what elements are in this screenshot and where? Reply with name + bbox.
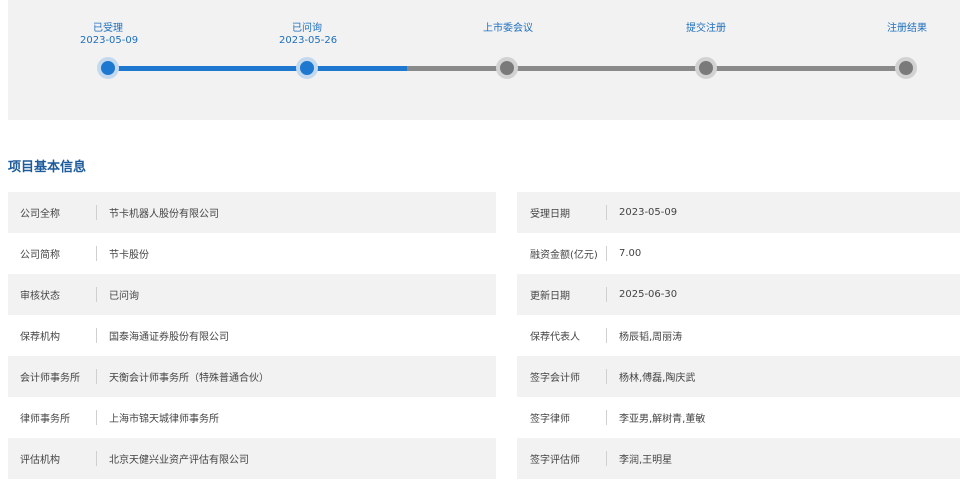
- field-label: 审核状态: [20, 291, 60, 302]
- field-value: 2023-05-09: [619, 207, 678, 218]
- step-5-node: [895, 57, 917, 79]
- field-label: 签字评估师: [530, 455, 580, 466]
- step-2-title: 已问询: [292, 23, 322, 34]
- field-label: 公司简称: [20, 250, 60, 261]
- divider: [96, 287, 97, 302]
- info-cell: 公司全称 节卡机器人股份有限公司: [8, 192, 496, 233]
- divider: [606, 328, 607, 343]
- divider: [96, 410, 97, 425]
- step-1-date: 2023-05-09: [80, 35, 139, 46]
- info-cell: 签字评估师 李润,王明星: [517, 438, 960, 479]
- info-cell: 评估机构 北京天健兴业资产评估有限公司: [8, 438, 496, 479]
- divider: [96, 205, 97, 220]
- divider: [606, 205, 607, 220]
- step-4-label: 提交注册: [680, 23, 732, 35]
- info-cell: 保荐机构 国泰海通证券股份有限公司: [8, 315, 496, 356]
- field-value: 2025-06-30: [619, 289, 678, 300]
- field-value: 杨林,傅磊,陶庆武: [619, 373, 696, 384]
- step-3-node: [496, 57, 518, 79]
- field-value: 李亚男,解树青,董敏: [619, 414, 706, 425]
- field-value: 北京天健兴业资产评估有限公司: [109, 455, 249, 466]
- info-cell: 公司简称 节卡股份: [8, 233, 496, 274]
- field-value: 节卡机器人股份有限公司: [109, 209, 219, 220]
- divider: [96, 246, 97, 261]
- progress-track-fill: [108, 66, 407, 71]
- field-label: 评估机构: [20, 455, 60, 466]
- step-1-node: [97, 57, 119, 79]
- step-1-title: 已受理: [93, 23, 123, 34]
- info-cell: 会计师事务所 天衡会计师事务所（特殊普通合伙）: [8, 356, 496, 397]
- field-label: 保荐代表人: [530, 332, 580, 343]
- divider: [606, 410, 607, 425]
- divider: [96, 451, 97, 466]
- step-5-title: 注册结果: [887, 23, 927, 34]
- step-1-label: 已受理 2023-05-09: [80, 23, 139, 47]
- field-label: 签字律师: [530, 414, 570, 425]
- info-row: 审核状态 已问询 更新日期 2025-06-30: [8, 274, 960, 315]
- step-4-title: 提交注册: [686, 23, 726, 34]
- divider: [606, 246, 607, 261]
- step-4-node: [695, 57, 717, 79]
- info-cell: 保荐代表人 杨辰韬,周丽涛: [517, 315, 960, 356]
- field-label: 受理日期: [530, 209, 570, 220]
- field-label: 会计师事务所: [20, 373, 80, 384]
- step-3-title: 上市委会议: [483, 23, 533, 34]
- step-5-label: 注册结果: [884, 23, 930, 35]
- field-value: 上海市锦天城律师事务所: [109, 414, 219, 425]
- info-cell: 签字会计师 杨林,傅磊,陶庆武: [517, 356, 960, 397]
- info-row: 会计师事务所 天衡会计师事务所（特殊普通合伙） 签字会计师 杨林,傅磊,陶庆武: [8, 356, 960, 397]
- field-label: 保荐机构: [20, 332, 60, 343]
- field-label: 律师事务所: [20, 414, 70, 425]
- section-title: 项目基本信息: [8, 160, 87, 175]
- info-cell: 签字律师 李亚男,解树青,董敏: [517, 397, 960, 438]
- divider: [96, 369, 97, 384]
- info-row: 公司简称 节卡股份 融资金额(亿元) 7.00: [8, 233, 960, 274]
- field-value: 天衡会计师事务所（特殊普通合伙）: [109, 373, 269, 384]
- step-3-label: 上市委会议: [478, 23, 538, 35]
- field-label: 签字会计师: [530, 373, 580, 384]
- divider: [96, 328, 97, 343]
- info-row: 评估机构 北京天健兴业资产评估有限公司 签字评估师 李润,王明星: [8, 438, 960, 479]
- field-value: 7.00: [619, 248, 642, 259]
- field-value: 杨辰韬,周丽涛: [619, 332, 683, 343]
- divider: [606, 451, 607, 466]
- field-value: 节卡股份: [109, 250, 149, 261]
- info-cell: 受理日期 2023-05-09: [517, 192, 960, 233]
- step-2-date: 2023-05-26: [279, 35, 338, 46]
- field-value: 已问询: [109, 291, 139, 302]
- step-2-label: 已问询 2023-05-26: [279, 23, 338, 47]
- info-row: 公司全称 节卡机器人股份有限公司 受理日期 2023-05-09: [8, 192, 960, 233]
- progress-panel: [8, 0, 960, 120]
- info-cell: 律师事务所 上海市锦天城律师事务所: [8, 397, 496, 438]
- field-label: 公司全称: [20, 209, 60, 220]
- info-cell: 融资金额(亿元) 7.00: [517, 233, 960, 274]
- field-value: 国泰海通证券股份有限公司: [109, 332, 229, 343]
- divider: [606, 369, 607, 384]
- divider: [606, 287, 607, 302]
- info-row: 保荐机构 国泰海通证券股份有限公司 保荐代表人 杨辰韬,周丽涛: [8, 315, 960, 356]
- field-label: 融资金额(亿元): [530, 250, 598, 261]
- field-value: 李润,王明星: [619, 455, 673, 466]
- info-row: 律师事务所 上海市锦天城律师事务所 签字律师 李亚男,解树青,董敏: [8, 397, 960, 438]
- step-2-node: [296, 57, 318, 79]
- field-label: 更新日期: [530, 291, 570, 302]
- info-cell: 审核状态 已问询: [8, 274, 496, 315]
- info-cell: 更新日期 2025-06-30: [517, 274, 960, 315]
